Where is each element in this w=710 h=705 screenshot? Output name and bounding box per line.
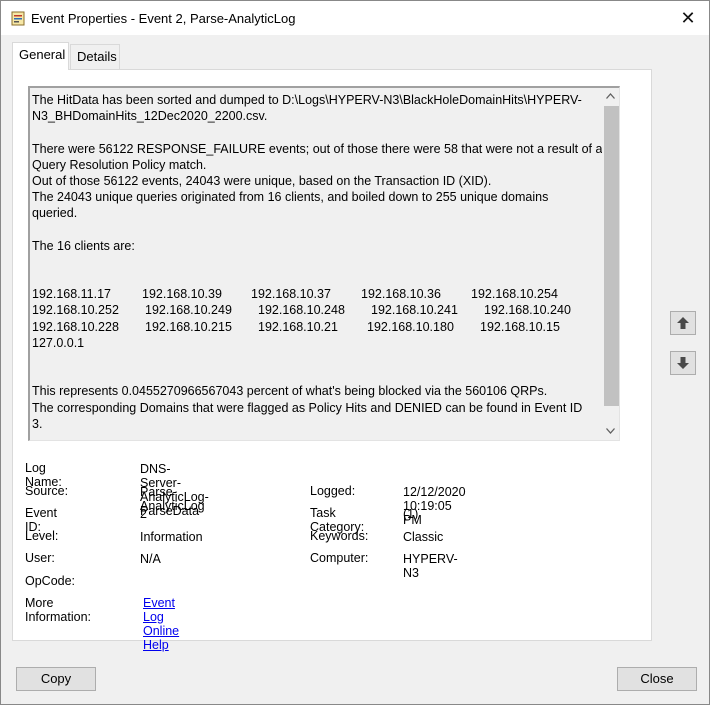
event-log-online-help-link[interactable]: Event Log Online Help bbox=[143, 596, 179, 652]
client-ip-row: 192.168.10.228 192.168.10.215 192.168.10.2… bbox=[32, 319, 602, 335]
keywords-label: Keywords: bbox=[310, 529, 369, 543]
description-line bbox=[32, 351, 602, 367]
client-ip-row: 192.168.11.17 192.168.10.39 192.168.10.37 1… bbox=[32, 286, 602, 302]
task-category-value: (1) bbox=[403, 507, 419, 521]
description-line bbox=[32, 124, 602, 140]
client-ip: 192.168.10.249 bbox=[145, 303, 232, 318]
window-title: Event Properties - Event 2, Parse-Analyt… bbox=[31, 11, 296, 26]
description-line bbox=[32, 270, 602, 286]
source-label: Source: bbox=[25, 484, 69, 498]
description-line: There were 56122 RESPONSE_FAILURE events… bbox=[32, 141, 603, 156]
title-bar: Event Properties - Event 2, Parse-Analyt… bbox=[1, 1, 709, 35]
client-ip: 192.168.10.37 bbox=[251, 287, 331, 302]
client-ip: 192.168.10.228 bbox=[32, 319, 119, 334]
description-line: The HitData has been sorted and dumped t… bbox=[32, 93, 582, 107]
event-id-value: 2 bbox=[140, 507, 147, 521]
event-properties-window: Event Properties - Event 2, Parse-Analyt… bbox=[0, 0, 710, 705]
client-ip: 192.168.10.241 bbox=[371, 303, 458, 318]
client-ip: 192.168.10.240 bbox=[484, 303, 571, 318]
description-line: The 16 clients are: bbox=[32, 238, 135, 253]
event-description-text: The HitData has been sorted and dumped t… bbox=[32, 92, 602, 432]
description-line: This represents 0.0455270966567043 perce… bbox=[32, 384, 548, 399]
client-ip: 192.168.10.39 bbox=[142, 287, 222, 302]
description-scrollbar[interactable] bbox=[602, 88, 619, 440]
client-ip: 127.0.0.1 bbox=[32, 335, 85, 350]
description-line bbox=[32, 254, 602, 270]
description-line: 3. bbox=[32, 416, 43, 431]
keywords-value: Classic bbox=[403, 530, 444, 544]
level-label: Level: bbox=[25, 529, 59, 543]
user-value: N/A bbox=[140, 552, 161, 566]
client-ip-row: 127.0.0.1 bbox=[32, 335, 602, 351]
computer-label: Computer: bbox=[310, 551, 369, 565]
client-ip: 192.168.10.215 bbox=[145, 319, 232, 334]
client-ip: 192.168.10.15 bbox=[480, 319, 560, 334]
description-line: queried. bbox=[32, 206, 78, 221]
arrow-down-icon bbox=[677, 357, 689, 369]
computer-value: HYPERV-N3 bbox=[403, 552, 458, 580]
previous-event-button[interactable] bbox=[670, 311, 696, 335]
event-description-box[interactable]: The HitData has been sorted and dumped t… bbox=[28, 86, 620, 441]
description-line: The 24043 unique queries originated from… bbox=[32, 190, 549, 205]
close-button[interactable]: Close bbox=[617, 667, 697, 691]
description-line bbox=[32, 222, 602, 238]
close-window-button[interactable]: ✕ bbox=[675, 5, 701, 31]
tab-details[interactable]: Details bbox=[70, 44, 120, 70]
client-ip: 192.168.10.248 bbox=[258, 303, 345, 318]
next-event-button[interactable] bbox=[670, 351, 696, 375]
client-ip: 192.168.10.36 bbox=[361, 287, 441, 302]
copy-button[interactable]: Copy bbox=[16, 667, 96, 691]
client-ip: 192.168.10.252 bbox=[32, 303, 119, 318]
description-line: N3_BHDomainHits_12Dec2020_2200.csv. bbox=[32, 109, 268, 124]
logged-label: Logged: bbox=[310, 484, 356, 498]
opcode-label: OpCode: bbox=[25, 574, 76, 588]
arrow-up-icon bbox=[677, 317, 689, 329]
description-line: Query Resolution Policy match. bbox=[32, 157, 207, 172]
client-ip: 192.168.10.254 bbox=[471, 287, 558, 302]
level-value: Information bbox=[140, 530, 203, 544]
source-value: Parse-AnalyticLog bbox=[140, 485, 205, 513]
client-ip: 192.168.10.180 bbox=[367, 319, 454, 334]
client-ip-row: 192.168.10.252 192.168.10.249 192.168.10.2… bbox=[32, 302, 602, 318]
tab-general[interactable]: General bbox=[12, 42, 69, 70]
scroll-down-icon[interactable] bbox=[602, 423, 619, 440]
more-information-label: More Information: bbox=[25, 596, 92, 624]
scroll-thumb[interactable] bbox=[604, 106, 619, 406]
event-viewer-icon bbox=[11, 11, 25, 26]
description-line bbox=[32, 367, 602, 383]
description-line: The corresponding Domains that were flag… bbox=[32, 400, 583, 415]
close-icon: ✕ bbox=[680, 8, 696, 28]
scroll-up-icon[interactable] bbox=[602, 88, 619, 105]
general-tab-panel: The HitData has been sorted and dumped t… bbox=[12, 69, 652, 652]
description-line: Out of those 56122 events, 24043 were un… bbox=[32, 173, 492, 188]
user-label: User: bbox=[25, 551, 55, 565]
client-ip: 192.168.10.21 bbox=[258, 319, 338, 334]
client-ip: 192.168.11.17 bbox=[32, 287, 112, 302]
